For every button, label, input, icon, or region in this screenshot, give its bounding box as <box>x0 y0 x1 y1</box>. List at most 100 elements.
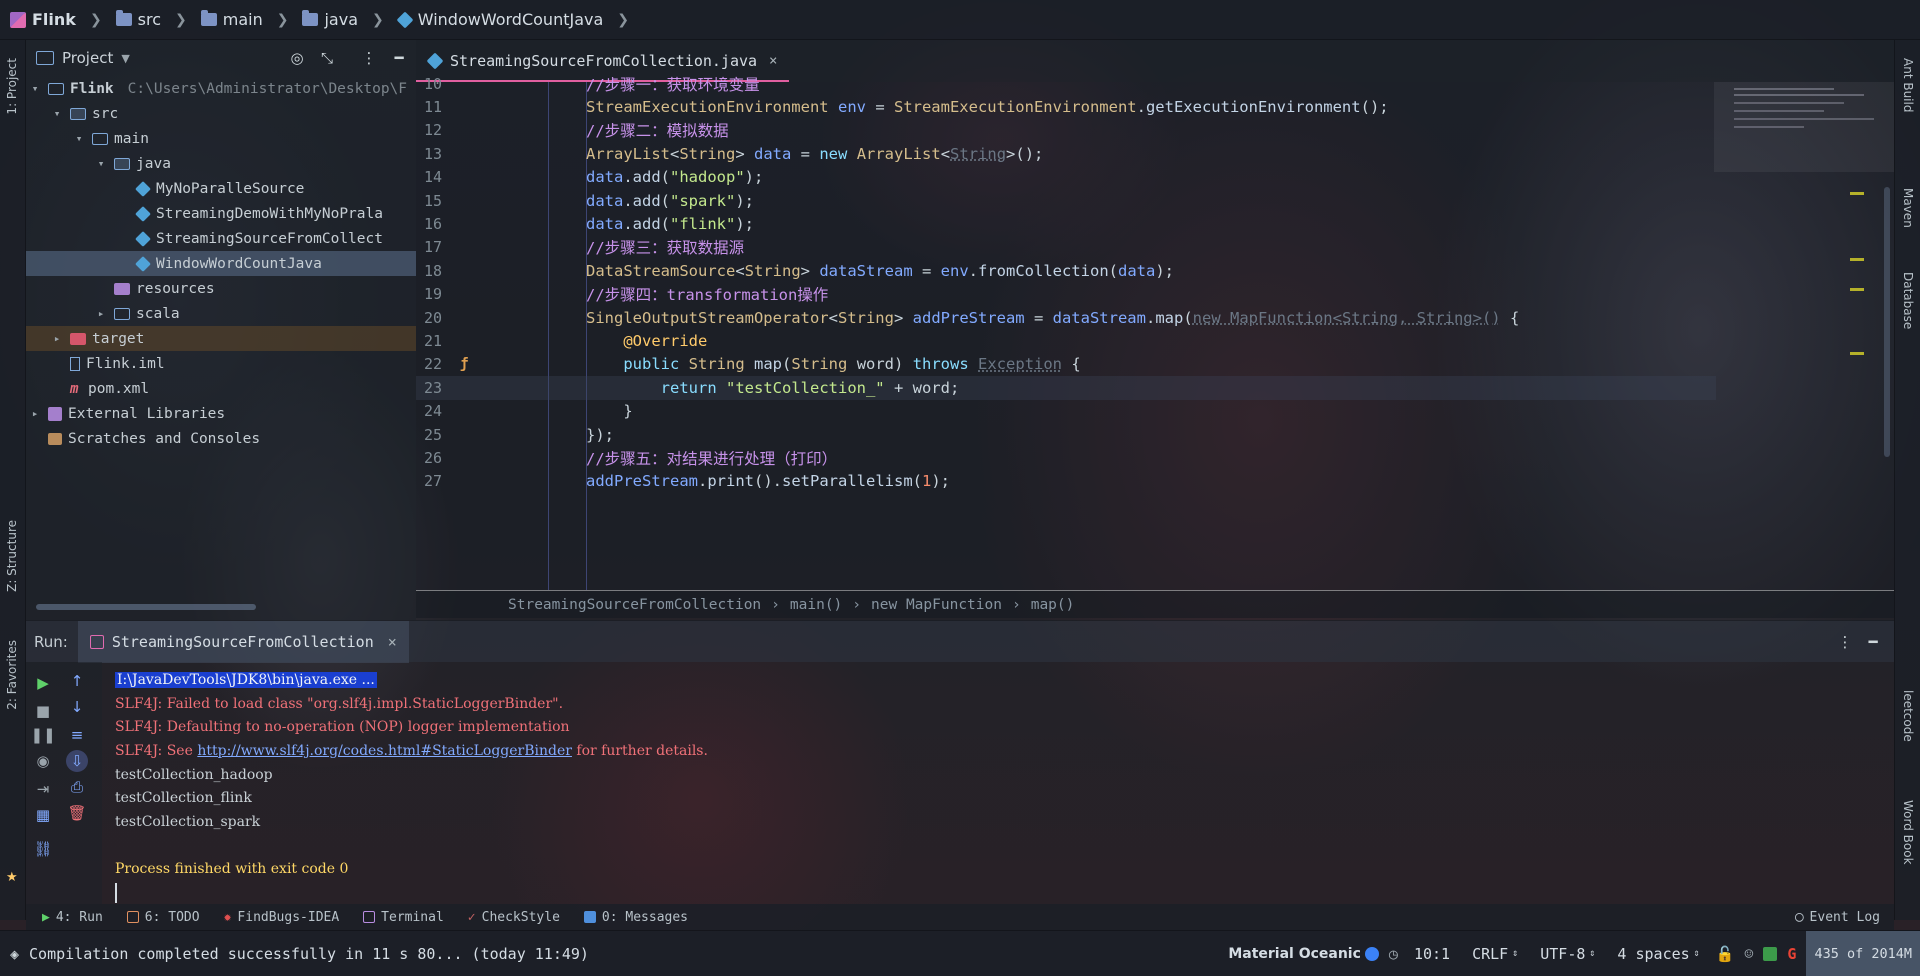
line-number[interactable]: 13 <box>416 145 442 163</box>
collapsed-arrow-icon[interactable]: ▸ <box>94 307 108 320</box>
line-number[interactable]: 24 <box>416 402 442 420</box>
camera-icon[interactable]: ◉ <box>32 750 54 772</box>
line-number[interactable]: 15 <box>416 192 442 210</box>
chevron-down-icon[interactable]: ▼ <box>121 52 129 65</box>
warning-marker[interactable] <box>1850 192 1864 195</box>
warning-marker[interactable] <box>1850 352 1864 355</box>
soft-wrap-icon[interactable]: ≡ <box>66 724 88 746</box>
locate-icon[interactable]: ◎ <box>286 47 308 69</box>
inspector-icon[interactable]: ☺ <box>1744 945 1753 963</box>
code-editor[interactable]: 10 //步骤一：获取环境变量 11 StreamExecutionEnvironme… <box>416 75 1894 590</box>
project-view-selector[interactable]: Project <box>62 49 113 67</box>
tree-item[interactable]: ▾ src <box>26 101 416 126</box>
line-number[interactable]: 11 <box>416 98 442 116</box>
plugin-icon[interactable] <box>1763 946 1778 961</box>
tree-item[interactable]: m pom.xml <box>26 376 416 401</box>
expanded-arrow-icon[interactable]: ▾ <box>28 82 42 95</box>
tool-tab-todo[interactable]: 6: TODO <box>126 910 200 925</box>
tree-item[interactable]: Flink.iml <box>26 351 416 376</box>
print-icon[interactable]: ⎙ <box>66 776 88 798</box>
line-number[interactable]: 20 <box>416 309 442 327</box>
close-icon[interactable]: × <box>388 633 397 651</box>
line-number[interactable]: 12 <box>416 121 442 139</box>
collapse-all-icon[interactable]: ⤡ <box>316 47 338 69</box>
line-number[interactable]: 17 <box>416 238 442 256</box>
breadcrumb-class[interactable]: StreamingSourceFromCollection <box>508 597 761 613</box>
tree-item[interactable]: StreamingDemoWithMyNoPrala <box>26 201 416 226</box>
minimap[interactable] <box>1714 82 1894 590</box>
tree-item[interactable]: ▸ target <box>26 326 416 351</box>
tree-item[interactable]: MyNoParalleSource <box>26 176 416 201</box>
favorites-tool-button[interactable]: 2: Favorites <box>5 640 19 710</box>
tree-item[interactable]: StreamingSourceFromCollect <box>26 226 416 251</box>
console-output[interactable]: I:\JavaDevTools\JDK8\bin\java.exe ... SL… <box>102 662 1894 904</box>
more-options-icon[interactable]: ⋮ <box>358 47 380 69</box>
tool-tab-terminal[interactable]: Terminal <box>363 910 444 925</box>
line-number[interactable]: 27 <box>416 472 442 490</box>
line-number[interactable]: 14 <box>416 168 442 186</box>
theme-switcher[interactable]: Material Oceanic <box>1228 946 1379 962</box>
tool-tab-checkstyle[interactable]: ✓ CheckStyle <box>468 910 560 925</box>
tool-tab-run[interactable]: ▶ 4: Run <box>42 910 103 925</box>
nav-crumb-src[interactable]: src <box>115 10 161 29</box>
more-options-icon[interactable]: ⋮ <box>1834 631 1856 653</box>
leetcode-tool-button[interactable]: leetcode <box>1901 690 1915 742</box>
override-gutter-icon[interactable]: ƒ <box>460 356 468 372</box>
tree-item[interactable]: ▾ java <box>26 151 416 176</box>
line-number[interactable]: 21 <box>416 332 442 350</box>
maven-tool-button[interactable]: Maven <box>1901 188 1915 228</box>
tree-item[interactable]: ▸ External Libraries <box>26 401 416 426</box>
status-message[interactable]: Compilation completed successfully in 11… <box>29 945 589 963</box>
tree-item[interactable]: resources <box>26 276 416 301</box>
trash-icon[interactable]: 🗑 <box>66 802 88 824</box>
nav-crumb-class[interactable]: WindowWordCountJava <box>396 10 603 29</box>
horizontal-scrollbar[interactable] <box>36 604 256 610</box>
structure-tool-button[interactable]: Z: Structure <box>5 520 19 592</box>
tree-item[interactable]: WindowWordCountJava <box>26 251 416 276</box>
warning-marker[interactable] <box>1850 258 1864 261</box>
line-number[interactable]: 23 <box>416 379 442 397</box>
breadcrumb-method-map[interactable]: map() <box>1031 597 1075 613</box>
hide-panel-icon[interactable]: ━ <box>388 47 410 69</box>
lock-icon[interactable]: 🔓 <box>1716 945 1735 963</box>
tool-tab-findbugs[interactable]: ✹ FindBugs-IDEA <box>224 910 340 925</box>
google-icon[interactable]: G <box>1787 945 1796 963</box>
slf4j-link[interactable]: http://www.slf4j.org/codes.html#StaticLo… <box>197 743 572 759</box>
link-icon[interactable]: ⛓ <box>32 838 54 860</box>
tree-item[interactable]: ▸ scala <box>26 301 416 326</box>
line-number[interactable]: 16 <box>416 215 442 233</box>
line-number[interactable]: 22 <box>416 355 442 373</box>
caret-position[interactable]: 10:1 <box>1408 945 1456 963</box>
database-tool-button[interactable]: Database <box>1901 272 1915 329</box>
exit-icon[interactable]: ⇥ <box>32 778 54 800</box>
expanded-arrow-icon[interactable]: ▾ <box>72 132 86 145</box>
warning-marker[interactable] <box>1850 288 1864 291</box>
layout-icon[interactable]: ▦ <box>32 804 54 826</box>
nav-crumb-java[interactable]: java <box>302 10 358 29</box>
line-separator-selector[interactable]: CRLF ⇕ <box>1466 945 1524 963</box>
expanded-arrow-icon[interactable]: ▾ <box>94 157 108 170</box>
hide-panel-icon[interactable]: ━ <box>1862 631 1884 653</box>
nav-crumb-project[interactable]: Flink <box>10 10 76 29</box>
tree-item[interactable]: ▾ main <box>26 126 416 151</box>
tree-item[interactable]: Scratches and Consoles <box>26 426 416 451</box>
tool-tab-event-log[interactable]: ◯ Event Log <box>1795 909 1880 925</box>
collapsed-arrow-icon[interactable]: ▸ <box>50 332 64 345</box>
line-number[interactable]: 25 <box>416 426 442 444</box>
vertical-scrollbar[interactable] <box>1884 187 1890 457</box>
scroll-to-end-icon[interactable]: ⇩ <box>66 750 88 772</box>
expanded-arrow-icon[interactable]: ▾ <box>50 107 64 120</box>
up-arrow-icon[interactable]: ↑ <box>66 670 88 692</box>
project-tool-button[interactable]: 1: Project <box>5 58 19 115</box>
collapsed-arrow-icon[interactable]: ▸ <box>28 407 42 420</box>
indent-selector[interactable]: 4 spaces ⇕ <box>1611 945 1705 963</box>
tool-tab-messages[interactable]: 0: Messages <box>583 910 688 925</box>
nav-crumb-main[interactable]: main <box>200 10 263 29</box>
layers-icon[interactable]: ◈ <box>10 945 19 963</box>
stop-icon[interactable]: ■ <box>32 700 54 722</box>
encoding-selector[interactable]: UTF-8 ⇕ <box>1534 945 1601 963</box>
ant-build-tool-button[interactable]: Ant Build <box>1901 58 1915 112</box>
word-book-tool-button[interactable]: Word Book <box>1901 800 1915 865</box>
rerun-icon[interactable]: ▶ <box>32 672 54 694</box>
breadcrumb-method-main[interactable]: main() <box>790 597 842 613</box>
